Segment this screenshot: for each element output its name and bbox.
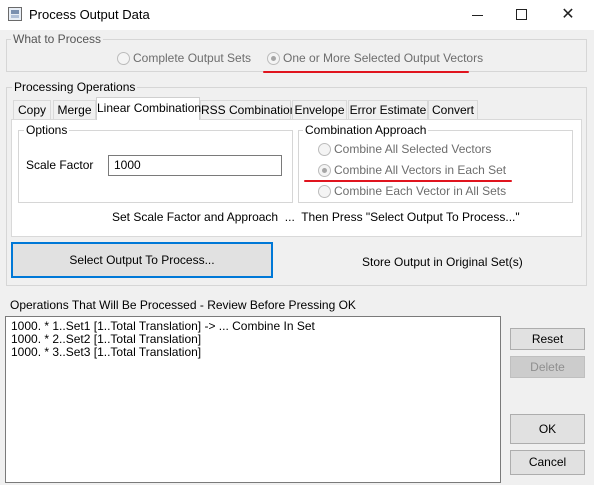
radio-label: Combine Each Vector in All Sets (334, 184, 507, 198)
operations-list[interactable]: 1000. * 1..Set1 [1..Total Translation] -… (5, 316, 501, 483)
ok-button[interactable]: OK (510, 414, 585, 444)
radio-circle[interactable] (117, 51, 130, 65)
processing-operations-label: Processing Operations (12, 80, 138, 94)
tab-linear-combination[interactable]: Linear Combination (96, 97, 201, 120)
tab-copy[interactable]: Copy (13, 100, 51, 119)
radio-circle[interactable] (318, 142, 331, 156)
radio-circle-checked[interactable] (318, 163, 331, 177)
tab-envelope[interactable]: Envelope (292, 100, 347, 119)
scale-factor-input[interactable]: 1000 (108, 155, 282, 176)
options-label: Options (24, 123, 70, 137)
radio-circle[interactable] (318, 184, 331, 198)
window-title: Process Output Data (29, 7, 150, 22)
app-icon (8, 7, 22, 21)
minimize-icon[interactable] (472, 15, 483, 16)
list-item[interactable]: 1000. * 3..Set3 [1..Total Translation] (11, 346, 495, 359)
cancel-button[interactable]: Cancel (510, 450, 585, 475)
tab-rss-combination[interactable]: RSS Combination (200, 100, 296, 119)
tab-merge[interactable]: Merge (53, 100, 96, 119)
operations-label: Operations That Will Be Processed - Revi… (10, 298, 356, 312)
radio-selected-output-vectors[interactable]: One or More Selected Output Vectors (267, 51, 483, 65)
instruction-text: Set Scale Factor and Approach ... Then P… (112, 210, 520, 224)
close-icon[interactable]: ✕ (548, 3, 588, 27)
radio-combine-each-vector[interactable]: Combine Each Vector in All Sets (318, 184, 506, 198)
scale-factor-label: Scale Factor (26, 158, 94, 172)
radio-label: One or More Selected Output Vectors (283, 51, 484, 65)
annotation-underline (304, 180, 512, 182)
tab-error-estimate[interactable]: Error Estimate (348, 100, 428, 119)
radio-combine-all-selected[interactable]: Combine All Selected Vectors (318, 142, 491, 156)
tab-convert[interactable]: Convert (428, 100, 478, 119)
select-output-button[interactable]: Select Output To Process... (11, 242, 273, 278)
what-to-process-label: What to Process (11, 32, 104, 46)
reset-button[interactable]: Reset (510, 328, 585, 350)
maximize-icon[interactable] (516, 9, 527, 20)
radio-combine-each-set[interactable]: Combine All Vectors in Each Set (318, 163, 506, 177)
radio-label: Combine All Selected Vectors (334, 142, 492, 156)
store-output-label: Store Output in Original Set(s) (362, 255, 523, 269)
radio-complete-output-sets[interactable]: Complete Output Sets (117, 51, 251, 65)
radio-circle-checked[interactable] (267, 51, 280, 65)
combination-approach-label: Combination Approach (303, 123, 429, 137)
radio-label: Combine All Vectors in Each Set (334, 163, 507, 177)
annotation-underline (263, 71, 469, 73)
delete-button[interactable]: Delete (510, 356, 585, 378)
radio-label: Complete Output Sets (133, 51, 252, 65)
